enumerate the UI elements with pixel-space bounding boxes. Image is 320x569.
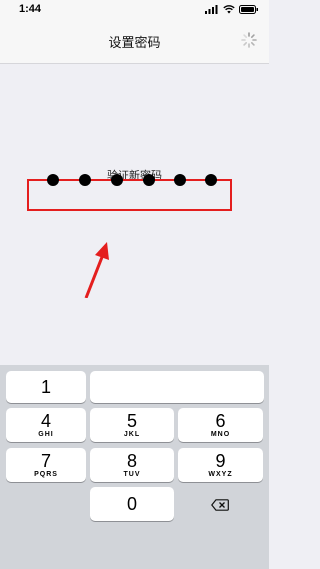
- pin-dot: [174, 174, 186, 186]
- key-4[interactable]: 4 GHI: [6, 408, 86, 442]
- pin-dot: [47, 174, 59, 186]
- delete-button[interactable]: [178, 487, 262, 523]
- loading-spinner-icon: [241, 32, 257, 48]
- pin-dot: [205, 174, 217, 186]
- key-letters: WXYZ: [208, 471, 233, 478]
- key-0[interactable]: 0: [90, 487, 174, 521]
- key-letters: JKL: [123, 431, 141, 438]
- pin-dot: [111, 174, 123, 186]
- key-letters: TUV: [123, 471, 141, 478]
- key-digit: 4: [40, 411, 51, 431]
- pin-dot: [79, 174, 91, 186]
- status-icons: [205, 5, 259, 14]
- key-6[interactable]: 6 MNO: [178, 408, 263, 442]
- key-digit: 7: [40, 451, 51, 471]
- wifi-icon: [223, 5, 235, 14]
- key-digit: 1: [40, 377, 51, 397]
- key-digit: 5: [126, 411, 137, 431]
- numeric-keypad: 1 4 GHI 5 JKL 6 MNO 7 PQRS 8 TUV 9 WXYZ …: [0, 365, 269, 569]
- key-7[interactable]: 7 PQRS: [6, 448, 86, 482]
- key-2[interactable]: [90, 371, 264, 403]
- key-digit: 0: [126, 494, 137, 514]
- key-5[interactable]: 5 JKL: [90, 408, 174, 442]
- pin-highlight-box: [27, 179, 232, 211]
- signal-icon: [205, 5, 218, 14]
- key-1[interactable]: 1: [6, 371, 86, 403]
- delete-key-icon: [211, 499, 229, 511]
- status-time: 1:44: [19, 3, 42, 15]
- key-9[interactable]: 9 WXYZ: [178, 448, 263, 482]
- status-bar: 1:44: [0, 0, 269, 20]
- key-8[interactable]: 8 TUV: [90, 448, 174, 482]
- pin-dot: [143, 174, 155, 186]
- annotation-arrow-icon: [84, 242, 109, 298]
- battery-icon: [239, 5, 258, 14]
- key-letters: MNO: [210, 431, 231, 438]
- nav-bar: 设置密码: [0, 20, 269, 64]
- key-letters: PQRS: [34, 471, 58, 478]
- key-digit: 9: [215, 451, 226, 471]
- page-title: 设置密码: [108, 35, 161, 50]
- key-digit: 6: [215, 411, 226, 431]
- key-digit: 8: [126, 451, 137, 471]
- key-letters: GHI: [38, 431, 54, 438]
